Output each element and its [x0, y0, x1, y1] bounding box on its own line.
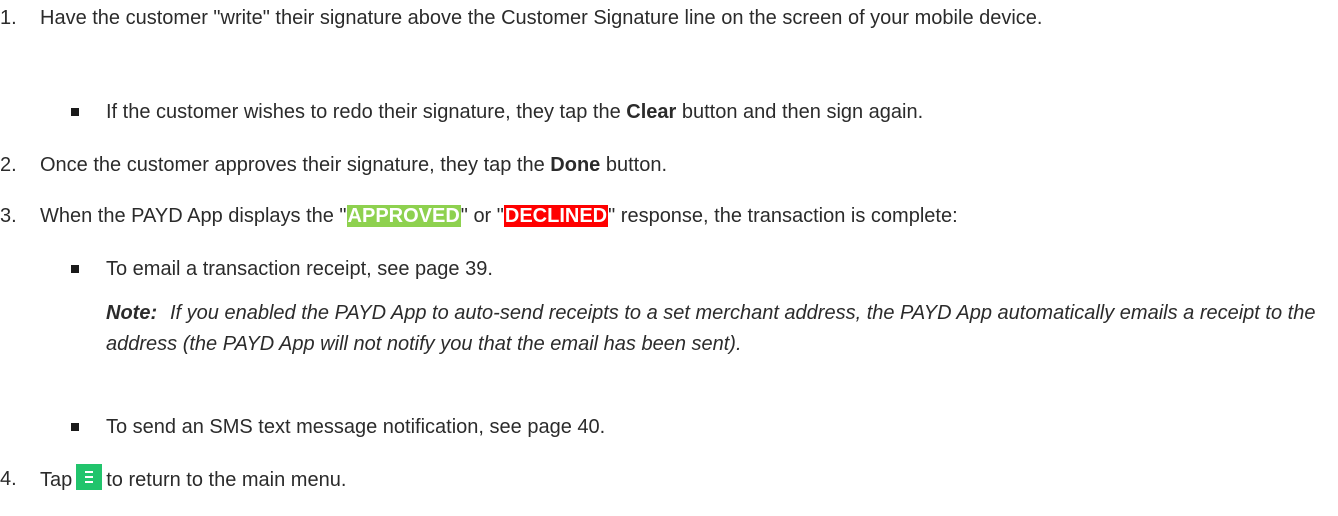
bullet-square-icon: [71, 423, 79, 431]
step-text-after: " response, the transaction is complete:: [608, 205, 958, 227]
bullet-text: To send an SMS text message notification…: [106, 416, 606, 438]
bullet-text-after: button and then sign again.: [676, 101, 924, 123]
step-number: 3.: [0, 205, 17, 227]
step-text-after: to return to the main menu.: [106, 469, 347, 491]
step-text: Have the customer "write" their signatur…: [40, 7, 1043, 29]
instruction-document: 1. Have the customer "write" their signa…: [0, 0, 1338, 516]
step-1: 1. Have the customer "write" their signa…: [0, 3, 1330, 34]
bullet-text-before: If the customer wishes to redo their sig…: [106, 101, 627, 123]
list-item-email-receipt: To email a transaction receipt, see page…: [42, 254, 1332, 285]
done-button-label: Done: [550, 154, 601, 176]
declined-badge: DECLINED: [503, 205, 609, 227]
step-number: 1.: [0, 7, 17, 29]
clear-button-label: Clear: [626, 101, 677, 123]
note-label: Note:: [106, 302, 158, 324]
bullet-square-icon: [71, 108, 79, 116]
step-number: 4.: [0, 468, 17, 490]
step-text-before: When the PAYD App displays the ": [40, 205, 347, 227]
step-text-middle: " or ": [460, 205, 504, 227]
note-text: If you enabled the PAYD App to auto-send…: [106, 302, 1316, 355]
step-text-after: button.: [600, 154, 668, 176]
step-3: 3. When the PAYD App displays the "APPRO…: [0, 201, 1330, 232]
list-item-sms-notification: To send an SMS text message notification…: [42, 412, 1332, 443]
bullet-text: To email a transaction receipt, see page…: [106, 258, 493, 280]
menu-icon: [76, 464, 103, 490]
step-4: 4. Tap to return to the main menu.: [0, 464, 1330, 496]
step-text-before: Once the customer approves their signatu…: [40, 154, 551, 176]
list-item-clear: If the customer wishes to redo their sig…: [42, 97, 1332, 128]
bullet-square-icon: [71, 265, 79, 273]
approved-badge: APPROVED: [346, 205, 461, 227]
step-number: 2.: [0, 154, 17, 176]
note-block: Note: If you enabled the PAYD App to auto…: [106, 298, 1331, 360]
step-2: 2. Once the customer approves their sign…: [0, 150, 1330, 181]
step-text-before: Tap: [40, 469, 73, 491]
